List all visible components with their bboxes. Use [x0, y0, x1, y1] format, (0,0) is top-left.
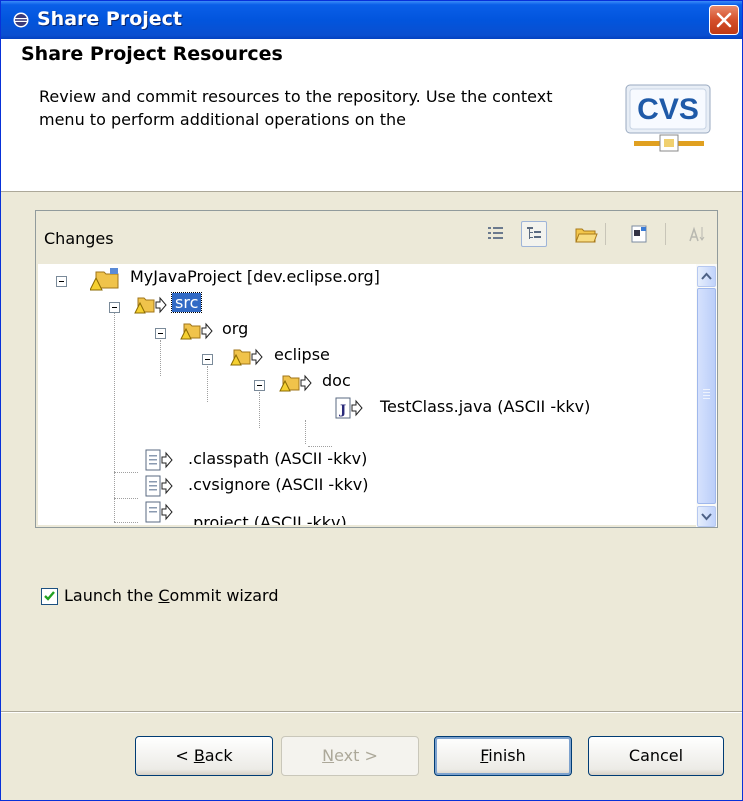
footer-divider — [1, 711, 742, 713]
tree-view-button[interactable] — [521, 221, 547, 247]
collapse-all-icon — [631, 225, 647, 243]
finish-button[interactable]: Finish — [434, 736, 572, 776]
window-title: Share Project — [37, 8, 182, 30]
back-button[interactable]: < Back — [135, 736, 273, 776]
file-changed-icon — [145, 449, 173, 471]
mnemonic: C — [158, 586, 170, 605]
tree-item-classpath[interactable]: .classpath (ASCII -kkv) — [188, 446, 367, 472]
scroll-up-button[interactable] — [697, 266, 716, 287]
flat-list-button[interactable] — [483, 221, 509, 247]
java-file-changed-icon: J — [335, 397, 363, 419]
tree-item-project[interactable]: MyJavaProject [dev.eclipse.org] — [130, 264, 380, 290]
tree-icon — [527, 227, 541, 239]
grip-icon — [703, 389, 710, 399]
button-text: ext > — [334, 746, 378, 765]
tree-line — [207, 366, 209, 402]
changes-tree[interactable]: MyJavaProject [dev.eclipse.org] src org — [38, 264, 696, 525]
tree-item-label: MyJavaProject [dev.eclipse.org] — [130, 267, 380, 286]
tree-line — [114, 472, 138, 474]
tree-item-label: TestClass.java (ASCII -kkv) — [380, 397, 591, 416]
tree-line — [160, 340, 162, 376]
tree-item-label: doc — [322, 371, 351, 390]
tree-item-label: eclipse — [274, 345, 330, 364]
close-button[interactable] — [709, 5, 739, 35]
label-text: Launch the — [64, 586, 159, 605]
launch-commit-checkbox[interactable] — [41, 588, 58, 605]
checkmark-icon — [44, 591, 55, 601]
scroll-thumb[interactable] — [697, 288, 716, 504]
eclipse-icon — [13, 12, 29, 28]
cvs-logo-text: CVS — [637, 93, 699, 126]
button-text: < — [175, 746, 194, 765]
page-title: Share Project Resources — [21, 43, 283, 65]
close-icon — [716, 12, 732, 28]
chevron-down-icon — [701, 513, 712, 521]
file-changed-icon — [145, 475, 173, 497]
launch-commit-label[interactable]: Launch the Commit wizard — [64, 586, 279, 605]
tree-item-doc[interactable]: doc — [322, 368, 351, 394]
share-project-dialog: Share Project Share Project Resources Re… — [0, 0, 743, 801]
collapse-toggle[interactable] — [254, 380, 265, 391]
file-changed-icon — [145, 501, 173, 523]
flat-list-icon — [488, 227, 503, 239]
collapse-toggle[interactable] — [155, 328, 166, 339]
button-text: inish — [488, 746, 526, 765]
sort-icon — [689, 226, 705, 242]
tree-line — [305, 420, 307, 444]
package-changed-icon — [180, 322, 213, 340]
tree-item-org[interactable]: org — [222, 316, 248, 342]
tree-item-cvsignore[interactable]: .cvsignore (ASCII -kkv) — [188, 472, 368, 498]
tree-item-label: .cvsignore (ASCII -kkv) — [188, 475, 369, 494]
collapse-all-button[interactable] — [626, 221, 652, 247]
svg-text:J: J — [339, 403, 346, 418]
package-changed-icon — [279, 374, 312, 392]
package-changed-icon — [230, 348, 263, 366]
page-description: Review and commit resources to the repos… — [39, 87, 553, 129]
collapse-toggle[interactable] — [109, 302, 120, 313]
toolbar-separator — [605, 223, 606, 245]
toolbar-separator-2 — [665, 223, 666, 245]
mnemonic: N — [322, 746, 335, 765]
scroll-down-button[interactable] — [697, 506, 716, 527]
tree-line — [259, 392, 261, 428]
package-changed-icon — [134, 296, 167, 314]
changes-panel: Changes MyJavaProject [dev.eclipse.org] … — [35, 210, 718, 528]
folder-view-button[interactable] — [573, 221, 599, 247]
folder-icon — [575, 228, 598, 243]
sort-button[interactable] — [684, 221, 710, 247]
collapse-toggle[interactable] — [202, 354, 213, 365]
button-text: ack — [204, 746, 233, 765]
tree-line — [114, 498, 138, 500]
tree-item-label: src — [170, 292, 203, 313]
label-text: ommit wizard — [169, 586, 279, 605]
title-bar[interactable]: Share Project — [1, 1, 742, 39]
vertical-scrollbar[interactable] — [696, 264, 717, 527]
next-button[interactable]: Next > — [281, 736, 419, 776]
mnemonic: B — [193, 746, 205, 765]
cancel-button[interactable]: Cancel — [588, 736, 724, 776]
changes-label: Changes — [44, 229, 114, 248]
tree-item-testclass[interactable]: TestClass.java (ASCII -kkv) — [380, 394, 590, 420]
tree-line — [114, 312, 116, 522]
tree-item-eclipse[interactable]: eclipse — [274, 342, 330, 368]
cvs-logo: CVS — [625, 84, 711, 152]
tree-item-label: .project (ASCII -kkv) — [188, 513, 347, 525]
collapse-toggle[interactable] — [56, 276, 67, 287]
tree-item-label: .classpath (ASCII -kkv) — [188, 449, 368, 468]
project-icon — [90, 268, 119, 291]
tree-item-src[interactable]: src — [170, 290, 203, 316]
chevron-up-icon — [701, 272, 712, 280]
tree-item-label: org — [222, 319, 249, 338]
tree-item-project-file[interactable]: .project (ASCII -kkv) — [188, 510, 347, 525]
tree-line — [114, 522, 138, 524]
